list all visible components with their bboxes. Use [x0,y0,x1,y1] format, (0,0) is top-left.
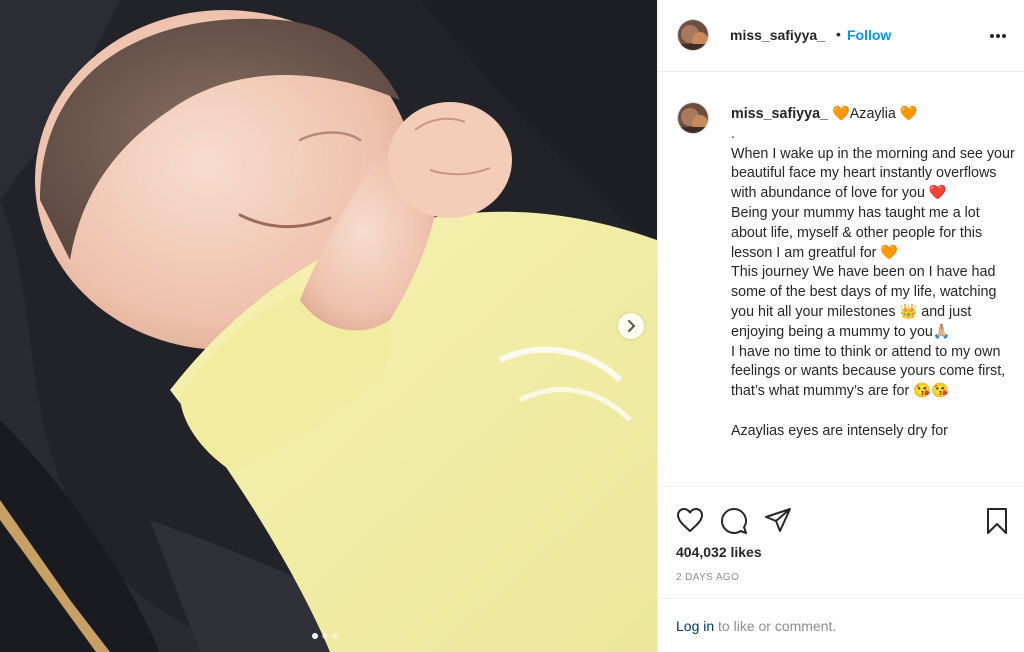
post-date[interactable]: 2 DAYS AGO [676,572,739,583]
follow-separator: • [836,26,841,42]
login-prompt: Log in to like or comment. [676,618,836,634]
comment-login-bar: Log in to like or comment. [658,598,1024,652]
caption-username[interactable]: miss_safiyya_ [731,106,828,122]
like-button[interactable] [676,507,704,538]
share-icon [765,508,791,532]
post-side-panel: miss_safiyya_ • Follow miss_safiyya_ 🧡Az… [657,0,1024,652]
carousel-indicator [312,633,338,639]
bookmark-icon [987,508,1007,534]
avatar[interactable] [677,19,709,51]
login-link[interactable]: Log in [676,618,714,634]
save-button[interactable] [985,507,1009,540]
caption-body: 🧡Azaylia 🧡 . When I wake up in the morni… [731,106,1015,439]
post-actions: 404,032 likes 2 DAYS AGO Log in to like … [658,486,1024,652]
heart-icon [677,508,703,532]
comment-button[interactable] [720,507,748,540]
carousel-dot [322,633,328,639]
carousel-next-button[interactable] [618,313,644,339]
caption-text: miss_safiyya_ 🧡Azaylia 🧡 . When I wake u… [731,105,1017,442]
comment-icon [721,508,747,534]
post-caption: miss_safiyya_ 🧡Azaylia 🧡 . When I wake u… [658,72,1024,486]
header-username[interactable]: miss_safiyya_ [730,27,825,43]
login-prompt-suffix: to like or comment. [714,618,837,634]
more-options-icon [990,34,1006,38]
follow-button[interactable]: Follow [847,27,891,43]
more-options-button[interactable] [988,28,1008,44]
post-photo [0,0,657,652]
avatar-image [678,20,708,50]
avatar[interactable] [677,102,709,134]
carousel-dot [312,633,318,639]
carousel-dot [332,633,338,639]
post-header: miss_safiyya_ • Follow [658,0,1024,72]
post-media[interactable] [0,0,657,652]
likes-count[interactable]: 404,032 likes [676,544,762,560]
share-button[interactable] [764,507,792,538]
chevron-right-icon [628,320,635,332]
avatar-image [678,103,708,133]
